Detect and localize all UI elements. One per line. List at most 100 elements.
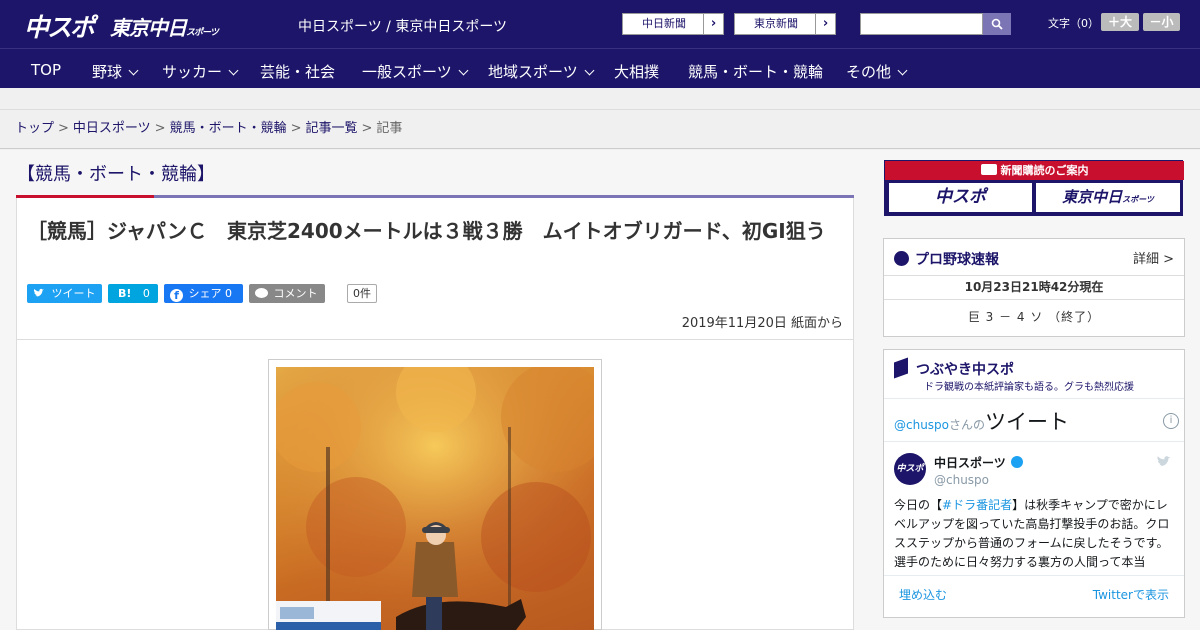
breadcrumb-link[interactable]: 中日スポーツ — [73, 121, 151, 136]
font-smaller-button[interactable]: －小 — [1143, 13, 1180, 31]
chevron-down-icon — [228, 65, 239, 76]
nav-item-soccer[interactable]: サッカー — [162, 61, 239, 82]
chevron-down-icon — [584, 65, 595, 76]
breadcrumb-separator: > — [361, 121, 373, 136]
nav-item-top[interactable]: TOP — [31, 61, 61, 79]
comment-count: 0件 — [347, 284, 377, 303]
avatar[interactable]: 中スポ — [894, 453, 926, 485]
tsubuyaki-subheading: ドラ観戦の本紙評論家も語る。グラも熱烈応援 — [924, 382, 1134, 393]
chevron-right-icon: › — [703, 14, 723, 34]
breadcrumb-separator: > — [58, 121, 69, 136]
subscription-banner[interactable]: 新聞購読のご案内 中スポ 東京中日スポーツ — [884, 160, 1184, 216]
chevron-down-icon — [458, 65, 469, 76]
twitter-timeline-widget: つぶやき中スポ ドラ観戦の本紙評論家も語る。グラも熱烈応援 @chuspoさんの… — [883, 349, 1185, 618]
nav-item-label: 競馬・ボート・競輪 — [688, 63, 824, 81]
tweet-hashtag[interactable]: #ドラ番記者 — [942, 498, 1012, 512]
breadcrumb-separator: > — [154, 121, 166, 136]
font-larger-button[interactable]: ＋大 — [1101, 13, 1139, 31]
nav-item-label: 芸能・社会 — [260, 63, 336, 81]
facebook-share-button[interactable]: f シェア 0 — [164, 284, 243, 303]
nav-item-label: 野球 — [92, 63, 123, 81]
font-size-label: 文字（0） — [1048, 17, 1099, 30]
timeline-handle-suffix: さんの — [949, 418, 986, 432]
nav-item-other[interactable]: その他 — [846, 61, 908, 82]
timeline-title: @chuspoさんのツイート — [894, 406, 1069, 436]
breadcrumb-link[interactable]: 記事一覧 — [306, 121, 358, 136]
article-header: ［競馬］ジャパンＣ 東京芝2400メートルは３戦３勝 ムイトオブリガード、初GI… — [16, 198, 854, 340]
breadcrumb-link[interactable]: 競馬・ボート・競輪 — [170, 121, 287, 136]
verified-badge-icon — [1010, 456, 1023, 468]
embed-link[interactable]: 埋め込む — [899, 586, 947, 603]
hatena-count: 0 — [142, 287, 150, 300]
chevron-down-icon — [128, 65, 139, 76]
article-title: ［競馬］ジャパンＣ 東京芝2400メートルは３戦３勝 ムイトオブリガード、初GI… — [27, 219, 826, 243]
photo-image — [276, 367, 594, 630]
comment-button[interactable]: コメント — [249, 284, 325, 303]
hatena-icon: B! — [118, 287, 132, 300]
info-icon[interactable]: i — [1163, 413, 1179, 429]
tokyo-shimbun-label: 東京新聞 — [754, 17, 798, 30]
category-title: 【競馬・ボート・競輪】 — [17, 164, 215, 185]
tweet-button[interactable]: ツイート — [27, 284, 102, 303]
tokyo-chunichi-logo[interactable]: 東京中日スポーツ — [110, 12, 219, 41]
nav-item-label: TOP — [31, 61, 62, 79]
search-input[interactable] — [860, 13, 983, 35]
account-handle[interactable]: @chuspo — [934, 473, 989, 487]
site-tagline: 中日スポーツ / 東京中日スポーツ — [298, 19, 508, 35]
baseball-detail-link[interactable]: 詳細 > — [1133, 248, 1174, 267]
twitter-bird-icon[interactable] — [1156, 455, 1172, 468]
timeline-tweets-label: ツイート — [985, 410, 1070, 434]
nav-item-general-sports[interactable]: 一般スポーツ — [362, 61, 469, 82]
baseball-score[interactable]: 巨 3 － 4 ソ （終了） — [884, 299, 1184, 334]
baseball-widget-heading: プロ野球速報 — [894, 249, 999, 269]
timeline-handle[interactable]: @chuspo — [894, 418, 949, 432]
chunichi-shimbun-label: 中日新聞 — [642, 17, 686, 30]
megaphone-icon — [894, 357, 908, 379]
account-name-text: 中日スポーツ — [934, 456, 1006, 470]
breadcrumb-current: 記事 — [376, 121, 403, 136]
nav-item-racing[interactable]: 競馬・ボート・競輪 — [688, 61, 823, 82]
article-date: 2019年11月20日 紙面から — [681, 316, 843, 331]
share-count: 0 — [225, 287, 232, 300]
nav-item-baseball[interactable]: 野球 — [92, 61, 139, 82]
chuspo-logo[interactable]: 中スポ — [24, 8, 95, 44]
baseball-scores-widget: プロ野球速報 詳細 > 10月23日21時42分現在 巨 3 － 4 ソ （終了… — [883, 238, 1185, 337]
chevron-right-icon: › — [815, 14, 835, 34]
tokyo-chunichi-logo-text: 東京中日 — [110, 16, 187, 40]
nav-item-label: 大相撲 — [614, 63, 660, 81]
nav-item-label: 地域スポーツ — [488, 63, 578, 81]
newspaper-icon — [980, 164, 997, 175]
account-name[interactable]: 中日スポーツ — [934, 454, 1023, 471]
tweet-text-pre: 今日の【 — [894, 498, 943, 512]
banner-chuspo-logo[interactable]: 中スポ — [889, 183, 1032, 212]
nav-item-label: その他 — [846, 63, 892, 81]
tokyo-chunichi-logo-sub: スポーツ — [186, 28, 219, 38]
subscription-title-text: 新聞購読のご案内 — [1000, 164, 1089, 177]
breadcrumb-separator: > — [290, 121, 302, 136]
search-button[interactable] — [983, 13, 1011, 35]
subscription-banner-title: 新聞購読のご案内 — [885, 161, 1184, 180]
facebook-icon: f — [170, 289, 183, 302]
article-photo[interactable] — [276, 367, 594, 630]
tokyo-shimbun-button[interactable]: 東京新聞 › — [734, 13, 836, 35]
tweet-text: 今日の【#ドラ番記者】は秋季キャンプで密かにレベルアップを図っていた高島打撃投手… — [894, 496, 1176, 570]
ad-strip — [0, 88, 1200, 110]
breadcrumb-link[interactable]: トップ — [15, 121, 54, 136]
nav-item-sumo[interactable]: 大相撲 — [614, 61, 659, 82]
hatena-bookmark-button[interactable]: B! 0 — [108, 284, 158, 303]
view-on-twitter-link[interactable]: Twitterで表示 — [1093, 586, 1169, 603]
tsubuyaki-heading-text: つぶやき中スポ — [916, 362, 1014, 378]
baseball-timestamp: 10月23日21時42分現在 — [884, 275, 1184, 298]
tweet-label: ツイート — [51, 287, 96, 300]
tsubuyaki-heading: つぶやき中スポ — [894, 357, 1014, 379]
baseball-heading-text: プロ野球速報 — [915, 252, 999, 268]
main-nav: TOP 野球 サッカー 芸能・社会 一般スポーツ 地域スポーツ 大相撲 競馬・ボ… — [0, 48, 1200, 88]
nav-item-label: 一般スポーツ — [362, 63, 452, 81]
banner-tokyo-chunichi-sub: スポーツ — [1122, 195, 1154, 204]
comment-bubble-icon — [255, 288, 268, 298]
nav-item-entertainment[interactable]: 芸能・社会 — [260, 61, 335, 82]
nav-item-local-sports[interactable]: 地域スポーツ — [488, 61, 595, 82]
chunichi-shimbun-button[interactable]: 中日新聞 › — [622, 13, 724, 35]
site-header: 中スポ 東京中日スポーツ 中日スポーツ / 東京中日スポーツ 中日新聞 › 東京… — [0, 0, 1200, 48]
banner-tokyo-chunichi-logo[interactable]: 東京中日スポーツ — [1036, 183, 1180, 212]
